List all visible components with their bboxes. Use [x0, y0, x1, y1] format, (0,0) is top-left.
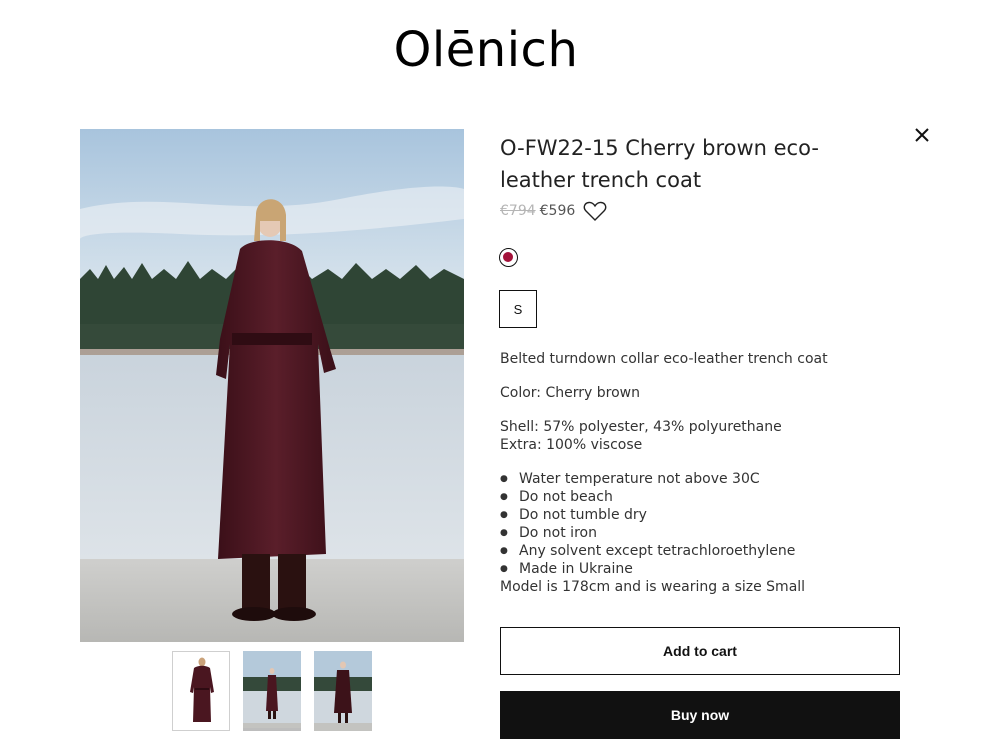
color-info: Color: Cherry brown [500, 385, 640, 401]
thumbnail-2[interactable] [243, 651, 301, 731]
thumbnail-strip [172, 651, 372, 731]
thumbnail-1[interactable] [172, 651, 230, 731]
product-main-image [80, 129, 464, 642]
care-item: Do not beach [500, 488, 900, 506]
shell-composition: Shell: 57% polyester, 43% polyurethane [500, 419, 782, 435]
buy-now-button[interactable]: Buy now [500, 691, 900, 739]
product-title: O-FW22-15 Cherry brown eco-leather trenc… [500, 136, 819, 192]
heart-icon [583, 201, 607, 221]
care-item: Do not iron [500, 524, 900, 542]
care-list: Water temperature not above 30C Do not b… [500, 470, 900, 578]
care-item: Do not tumble dry [500, 506, 900, 524]
care-item: Water temperature not above 30C [500, 470, 900, 488]
brand-logo[interactable]: Olēnich [0, 22, 972, 78]
add-to-cart-button[interactable]: Add to cart [500, 627, 900, 675]
thumbnail-3[interactable] [314, 651, 372, 731]
description-text: Belted turndown collar eco-leather trenc… [500, 351, 828, 367]
care-item: Made in Ukraine [500, 560, 900, 578]
composition: Shell: 57% polyester, 43% polyurethane E… [500, 418, 900, 454]
color-swatch-cherry-brown[interactable] [499, 248, 518, 267]
model-note: Model is 178cm and is wearing a size Sma… [500, 579, 806, 595]
product-description: Belted turndown collar eco-leather trenc… [500, 350, 900, 596]
close-button[interactable] [910, 123, 934, 147]
price-row: €794 €596 [500, 200, 607, 222]
wishlist-button[interactable] [583, 200, 607, 222]
size-option-s[interactable]: S [499, 290, 537, 328]
extra-composition: Extra: 100% viscose [500, 437, 643, 453]
old-price: €794 [500, 203, 536, 219]
current-price: €596 [539, 203, 576, 219]
close-icon [915, 128, 929, 142]
swatch-dot [503, 252, 513, 262]
care-item: Any solvent except tetrachloroethylene [500, 542, 900, 560]
